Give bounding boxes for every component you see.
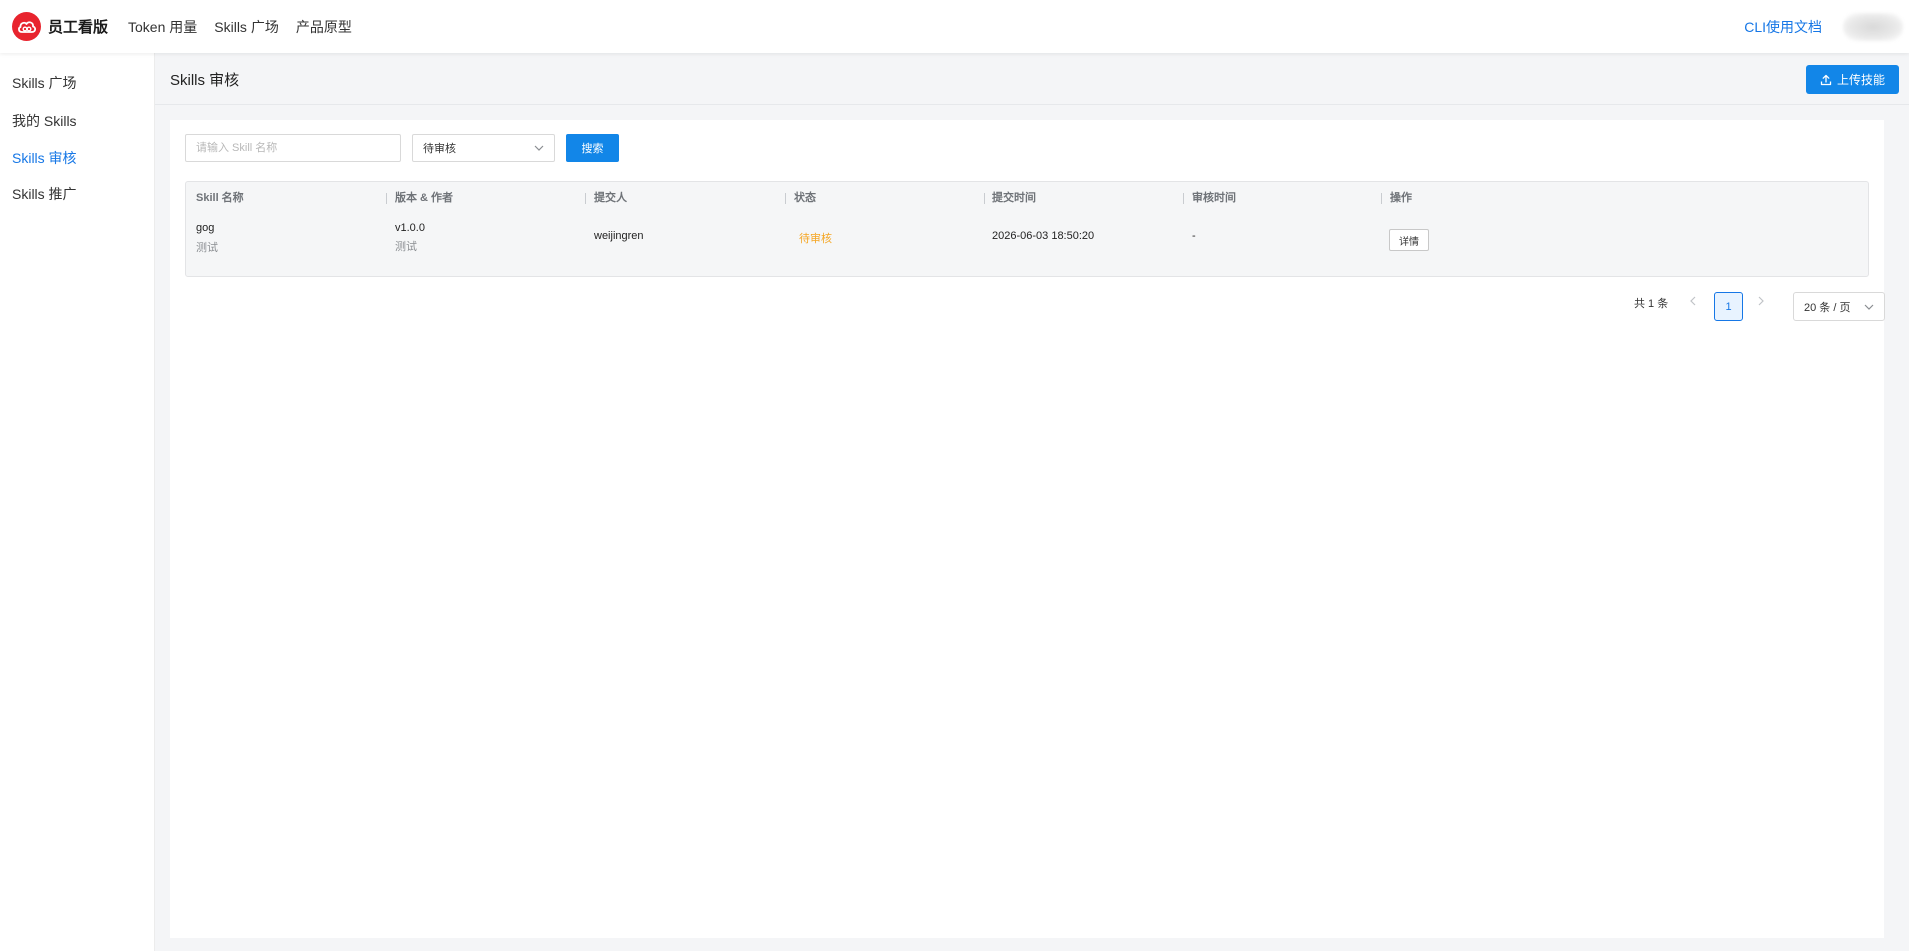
table-header: Skill 名称 版本 & 作者 提交人 状态 提交时间 审核时间 操作 (186, 182, 1868, 215)
submit-time: 2026-06-03 18:50:20 (992, 230, 1095, 242)
main-card: 待审核 搜索 Skill 名称 版本 & 作者 提交人 状态 提交时间 审核时间… (170, 120, 1885, 938)
table-row: gog 测试 v1.0.0 测试 weijingren 待审核 2026-06-… (186, 215, 1868, 276)
column-divider (984, 193, 985, 204)
cloud-logo-icon (12, 12, 41, 41)
header-right: CLI使用文档 (1744, 0, 1909, 53)
brand[interactable]: 员工看版 (12, 0, 108, 53)
column-divider (1183, 193, 1184, 204)
nav-product-prototype[interactable]: 产品原型 (296, 17, 352, 37)
top-header: 员工看版 Token 用量 Skills 广场 产品原型 CLI使用文档 (0, 0, 1909, 53)
status-filter-select[interactable]: 待审核 (412, 134, 555, 162)
skill-version: v1.0.0 (395, 222, 425, 234)
column-divider (585, 193, 586, 204)
review-time: - (1192, 230, 1196, 242)
skill-description: 测试 (196, 242, 218, 254)
sidebar-item-skills-promotion[interactable]: Skills 推广 (12, 184, 77, 204)
page-size-select[interactable]: 20 条 / 页 (1793, 292, 1885, 321)
skill-author: 测试 (395, 241, 417, 253)
pagination-total: 共 1 条 (1634, 298, 1669, 310)
upload-icon (1820, 74, 1832, 85)
sidebar-item-skills-review[interactable]: Skills 审核 (12, 148, 77, 168)
col-version-author: 版本 & 作者 (395, 192, 454, 204)
column-divider (785, 193, 786, 204)
sidebar-item-my-skills[interactable]: 我的 Skills (12, 111, 77, 131)
page-size-value: 20 条 / 页 (1804, 301, 1851, 314)
col-submitter: 提交人 (594, 192, 627, 204)
user-avatar[interactable] (1843, 12, 1903, 41)
page-header: Skills 审核 上传技能 (155, 53, 1909, 105)
review-table: Skill 名称 版本 & 作者 提交人 状态 提交时间 审核时间 操作 gog… (185, 181, 1869, 277)
col-review-time: 审核时间 (1192, 192, 1236, 204)
upload-skill-label: 上传技能 (1836, 73, 1885, 87)
brand-title: 员工看版 (48, 19, 109, 36)
chevron-right-icon[interactable] (1754, 294, 1768, 308)
col-skill-name: Skill 名称 (196, 192, 244, 204)
col-submit-time: 提交时间 (992, 192, 1036, 204)
cli-doc-link[interactable]: CLI使用文档 (1744, 17, 1822, 37)
chevron-down-icon (534, 145, 544, 151)
detail-button[interactable]: 详情 (1389, 229, 1429, 251)
sidebar: Skills 广场 我的 Skills Skills 审核 Skills 推广 (0, 53, 155, 951)
skill-name: gog (196, 222, 215, 234)
pagination-page-1[interactable]: 1 (1714, 292, 1743, 321)
nav-token-usage[interactable]: Token 用量 (128, 17, 197, 37)
col-status: 状态 (794, 192, 816, 204)
status-badge: 待审核 (799, 233, 832, 245)
col-actions: 操作 (1390, 192, 1412, 204)
skill-name-search-input[interactable] (185, 134, 401, 162)
submitter: weijingren (594, 230, 644, 242)
status-filter-value: 待审核 (423, 143, 456, 155)
sidebar-item-skills-square[interactable]: Skills 广场 (12, 73, 77, 93)
search-button[interactable]: 搜索 (566, 134, 619, 162)
column-divider (386, 193, 387, 204)
top-nav: Token 用量 Skills 广场 产品原型 (128, 0, 369, 53)
nav-skills-square[interactable]: Skills 广场 (214, 17, 279, 37)
chevron-down-icon (1864, 304, 1874, 310)
column-divider (1381, 193, 1382, 204)
chevron-left-icon[interactable] (1686, 294, 1700, 308)
upload-skill-button[interactable]: 上传技能 (1806, 65, 1899, 94)
page-title: Skills 审核 (170, 72, 240, 89)
